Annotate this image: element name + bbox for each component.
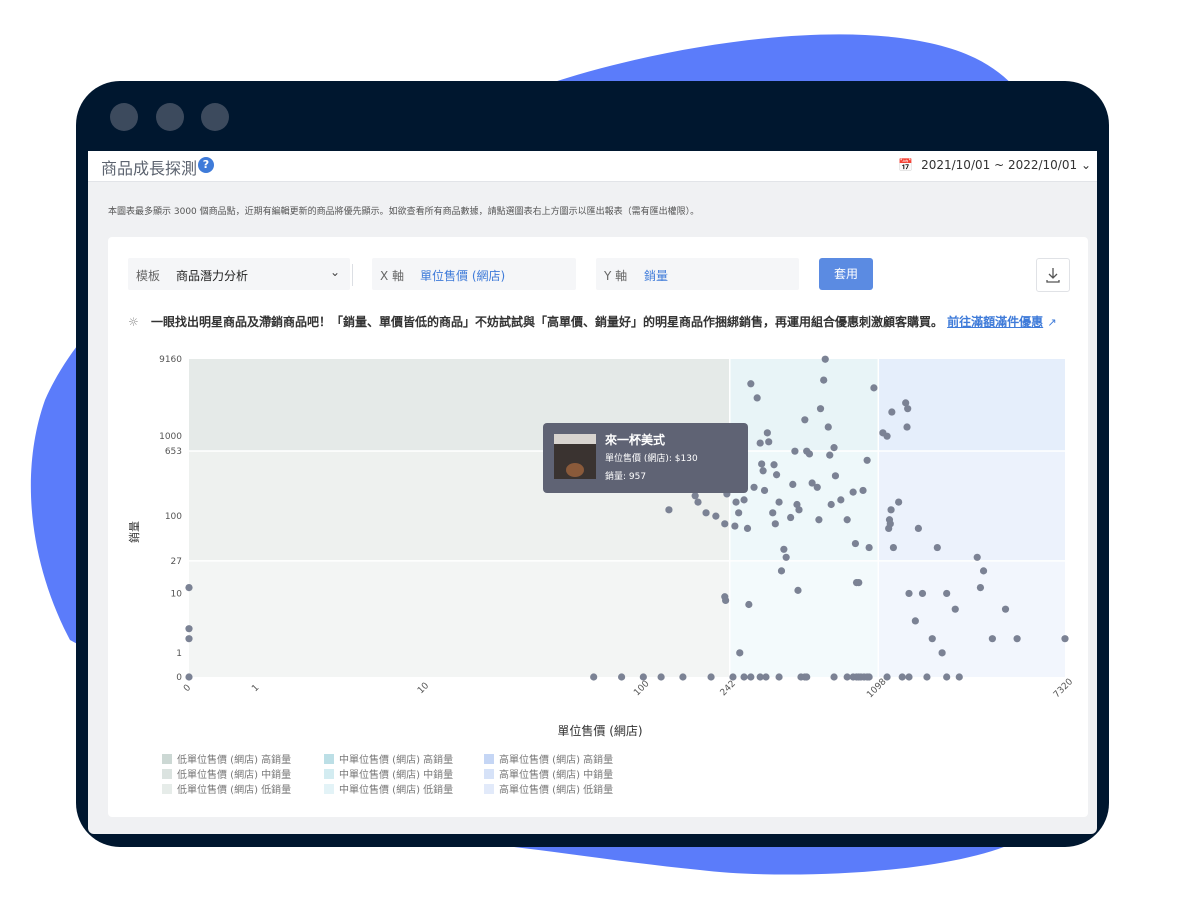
y-axis-label: Y 軸 [604,269,628,283]
legend-swatch [324,784,334,794]
help-icon[interactable]: ? [198,157,214,173]
legend-item[interactable]: 中單位售價 (網店) 低銷量 [324,781,453,796]
window-dot [110,103,138,131]
legend-label: 中單位售價 (網店) 高銷量 [339,755,454,766]
legend-swatch [324,769,334,779]
legend-label: 低單位售價 (網店) 高銷量 [177,755,292,766]
legend-swatch [162,769,172,779]
date-range-text: 2021/10/01 ~ 2022/10/01 [921,158,1078,172]
legend-swatch [484,784,494,794]
x-axis-select[interactable]: X 軸 單位售價 (網店) [372,258,576,290]
legend-swatch [484,769,494,779]
legend-item[interactable]: 高單位售價 (網店) 高銷量 [484,751,613,766]
lightbulb-icon: ☼ [128,315,139,329]
legend-label: 低單位售價 (網店) 低銷量 [177,785,292,796]
legend-label: 中單位售價 (網店) 低銷量 [339,785,454,796]
legend-item[interactable]: 低單位售價 (網店) 高銷量 [162,751,291,766]
external-link-icon[interactable]: ↗ [1047,316,1056,329]
date-range-picker[interactable]: 📅 2021/10/01 ~ 2022/10/01 ⌄ [898,158,1091,172]
download-icon [1046,268,1060,283]
legend-item[interactable]: 高單位售價 (網店) 中銷量 [484,766,613,781]
promo-link[interactable]: 前往滿額滿件優惠 [947,315,1043,329]
download-button[interactable] [1036,258,1070,292]
legend-swatch [484,754,494,764]
calendar-icon: 📅 [898,158,914,172]
apply-button[interactable]: 套用 [819,258,873,290]
chevron-down-icon: ⌄ [329,265,340,279]
window-dot [201,103,229,131]
coffee-cup-icon [566,463,584,477]
tip-banner: ☼ 一眼找出明星商品及滯銷商品吧！「銷量、單價皆低的商品」不妨試試與「高單價、銷… [128,313,1057,330]
product-thumbnail [554,434,596,444]
page-header: 商品成長探測 ? 📅 2021/10/01 ~ 2022/10/01 ⌄ [88,151,1097,182]
y-axis-select[interactable]: Y 軸 銷量 [596,258,799,290]
chart-card: 模板 商品潛力分析 ⌄ X 軸 單位售價 (網店) Y 軸 銷量 套用 ☼ 一眼… [108,237,1088,817]
divider [352,264,353,286]
legend-item[interactable]: 低單位售價 (網店) 低銷量 [162,781,291,796]
point-tooltip: 來一杯美式單位售價 (網店): $130 銷量: 957 [543,423,748,493]
y-axis-value: 銷量 [644,269,669,283]
x-axis-label: X 軸 [380,269,405,283]
tooltip-sales: 銷量: 957 [605,470,646,482]
legend-item[interactable]: 低單位售價 (網店) 中銷量 [162,766,291,781]
page-title: 商品成長探測 [101,159,198,178]
legend-item[interactable]: 高單位售價 (網店) 低銷量 [484,781,613,796]
legend-swatch [324,754,334,764]
legend-item[interactable]: 中單位售價 (網店) 高銷量 [324,751,453,766]
legend-label: 高單位售價 (網店) 中銷量 [499,770,614,781]
tooltip-price: 單位售價 (網店): $130 [605,452,698,464]
legend-label: 高單位售價 (網店) 高銷量 [499,755,614,766]
info-note: 本圖表最多顯示 3000 個商品點，近期有編輯更新的商品將優先顯示。如欲查看所有… [108,207,700,217]
chevron-down-icon: ⌄ [1080,158,1091,172]
tooltip-title: 來一杯美式 [605,432,665,447]
legend-label: 高單位售價 (網店) 低銷量 [499,785,614,796]
template-select[interactable]: 模板 商品潛力分析 ⌄ [128,258,350,290]
tip-text: 一眼找出明星商品及滯銷商品吧！「銷量、單價皆低的商品」不妨試試與「高單價、銷量好… [150,315,943,329]
legend-swatch [162,784,172,794]
x-axis-value: 單位售價 (網店) [420,269,506,283]
legend-item[interactable]: 中單位售價 (網店) 中銷量 [324,766,453,781]
template-label: 模板 [136,269,161,283]
legend-swatch [162,754,172,764]
legend-label: 低單位售價 (網店) 中銷量 [177,770,292,781]
window-dot [156,103,184,131]
legend-label: 中單位售價 (網店) 中銷量 [339,770,454,781]
template-value: 商品潛力分析 [176,269,249,283]
